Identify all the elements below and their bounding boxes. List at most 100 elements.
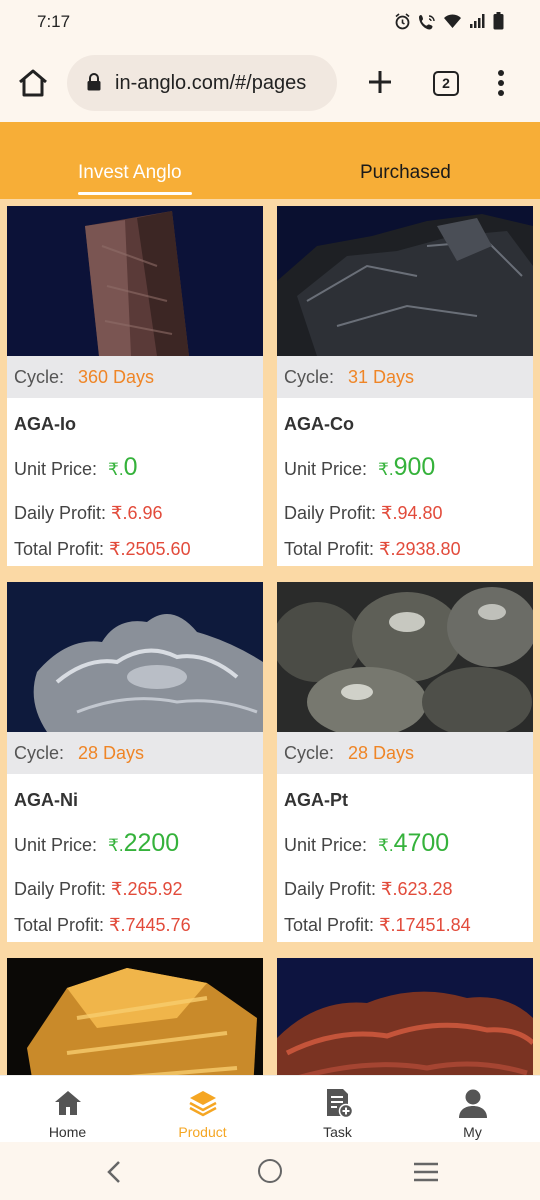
total-profit-label: Total Profit: bbox=[14, 915, 105, 935]
unit-price-value: 4700 bbox=[393, 829, 450, 857]
product-name: AGA-Ni bbox=[14, 790, 78, 810]
bottom-nav: Home Product Task My bbox=[0, 1075, 540, 1142]
product-name: AGA-Co bbox=[284, 414, 354, 434]
nav-product-label: Product bbox=[178, 1124, 227, 1140]
nav-task-label: Task bbox=[323, 1124, 352, 1140]
total-profit-label: Total Profit: bbox=[14, 539, 105, 559]
lock-icon bbox=[87, 73, 101, 91]
cycle-label: Cycle: bbox=[284, 743, 335, 763]
overflow-menu-icon[interactable] bbox=[492, 68, 510, 98]
product-grid: Cycle: 360 Days AGA-Io Unit Price: ₹.0 D… bbox=[0, 199, 540, 1075]
daily-profit-label: Daily Profit: bbox=[14, 503, 107, 523]
unit-price-value: 2200 bbox=[123, 829, 180, 857]
user-icon bbox=[457, 1087, 489, 1119]
unit-price-row: Unit Price: ₹.2200 bbox=[14, 829, 179, 858]
cycle-row: Cycle: 28 Days bbox=[7, 732, 263, 774]
home-icon bbox=[52, 1087, 84, 1119]
page-header: Invest Anglo Purchased bbox=[0, 122, 540, 199]
product-name: AGA-Pt bbox=[284, 790, 348, 810]
total-profit-row: Total Profit: ₹.2505.60 bbox=[14, 539, 191, 560]
total-profit-label: Total Profit: bbox=[284, 915, 375, 935]
tab-purchased[interactable]: Purchased bbox=[360, 162, 451, 184]
unit-price-label: Unit Price: bbox=[14, 459, 98, 479]
total-profit-row: Total Profit: ₹.17451.84 bbox=[284, 915, 471, 936]
product-card[interactable] bbox=[7, 958, 263, 1075]
product-image bbox=[277, 958, 533, 1075]
cycle-value: 28 Days bbox=[348, 743, 415, 763]
cycle-row: Cycle: 31 Days bbox=[277, 356, 533, 398]
product-card[interactable] bbox=[277, 958, 533, 1075]
task-icon bbox=[322, 1087, 354, 1119]
currency-symbol: ₹. bbox=[378, 460, 394, 479]
cycle-value: 31 Days bbox=[348, 367, 415, 387]
daily-profit-label: Daily Profit: bbox=[14, 879, 107, 899]
battery-icon bbox=[493, 12, 504, 35]
nav-task[interactable]: Task bbox=[270, 1076, 405, 1143]
cycle-value: 360 Days bbox=[78, 367, 155, 387]
daily-profit-row: Daily Profit: ₹.265.92 bbox=[14, 879, 183, 900]
active-tab-indicator bbox=[78, 192, 192, 195]
product-image bbox=[7, 206, 263, 356]
nav-product[interactable]: Product bbox=[135, 1076, 270, 1143]
alarm-icon bbox=[394, 12, 411, 35]
system-nav-bar bbox=[0, 1142, 540, 1200]
product-image bbox=[277, 206, 533, 356]
unit-price-label: Unit Price: bbox=[284, 835, 368, 855]
daily-profit-row: Daily Profit: ₹.94.80 bbox=[284, 503, 443, 524]
total-profit-value: ₹.17451.84 bbox=[379, 915, 471, 935]
unit-price-value: 900 bbox=[393, 453, 436, 481]
address-bar[interactable]: in-anglo.com/#/pages bbox=[67, 55, 337, 111]
unit-price-row: Unit Price: ₹.900 bbox=[284, 453, 435, 482]
daily-profit-row: Daily Profit: ₹.623.28 bbox=[284, 879, 453, 900]
cycle-value: 28 Days bbox=[78, 743, 145, 763]
daily-profit-value: ₹.265.92 bbox=[111, 879, 183, 899]
product-card[interactable]: Cycle: 360 Days AGA-Io Unit Price: ₹.0 D… bbox=[7, 206, 263, 566]
product-image bbox=[7, 958, 263, 1075]
daily-profit-label: Daily Profit: bbox=[284, 503, 377, 523]
back-icon[interactable] bbox=[103, 1160, 125, 1184]
product-card[interactable]: Cycle: 31 Days AGA-Co Unit Price: ₹.900 … bbox=[277, 206, 533, 566]
tab-switcher-button[interactable]: 2 bbox=[433, 71, 459, 96]
product-name: AGA-Io bbox=[14, 414, 76, 434]
browser-home-icon[interactable] bbox=[16, 66, 50, 100]
new-tab-icon[interactable] bbox=[364, 66, 396, 98]
nav-my-label: My bbox=[463, 1124, 482, 1140]
cycle-row: Cycle: 28 Days bbox=[277, 732, 533, 774]
product-image bbox=[277, 582, 533, 732]
product-card[interactable]: Cycle: 28 Days AGA-Ni Unit Price: ₹.2200… bbox=[7, 582, 263, 942]
unit-price-label: Unit Price: bbox=[14, 835, 98, 855]
currency-symbol: ₹. bbox=[378, 836, 394, 855]
nav-home-label: Home bbox=[48, 1124, 87, 1140]
nav-my[interactable]: My bbox=[405, 1076, 540, 1143]
product-card[interactable]: Cycle: 28 Days AGA-Pt Unit Price: ₹.4700… bbox=[277, 582, 533, 942]
daily-profit-value: ₹.623.28 bbox=[381, 879, 453, 899]
daily-profit-row: Daily Profit: ₹.6.96 bbox=[14, 503, 163, 524]
system-home-icon[interactable] bbox=[258, 1159, 282, 1183]
cycle-label: Cycle: bbox=[284, 367, 335, 387]
daily-profit-value: ₹.94.80 bbox=[381, 503, 443, 523]
layers-icon bbox=[187, 1087, 219, 1119]
daily-profit-value: ₹.6.96 bbox=[111, 503, 163, 523]
unit-price-row: Unit Price: ₹.0 bbox=[14, 453, 138, 482]
status-icons bbox=[394, 12, 504, 35]
unit-price-value: 0 bbox=[123, 453, 138, 481]
browser-toolbar: in-anglo.com/#/pages 2 bbox=[0, 44, 540, 122]
status-bar: 7:17 bbox=[0, 0, 540, 44]
recent-apps-icon[interactable] bbox=[413, 1161, 439, 1183]
total-profit-row: Total Profit: ₹.7445.76 bbox=[14, 915, 191, 936]
status-time: 7:17 bbox=[37, 12, 71, 31]
currency-symbol: ₹. bbox=[108, 460, 124, 479]
total-profit-row: Total Profit: ₹.2938.80 bbox=[284, 539, 461, 560]
tab-invest-anglo[interactable]: Invest Anglo bbox=[78, 162, 182, 184]
total-profit-value: ₹.7445.76 bbox=[109, 915, 191, 935]
daily-profit-label: Daily Profit: bbox=[284, 879, 377, 899]
unit-price-row: Unit Price: ₹.4700 bbox=[284, 829, 449, 858]
cycle-label: Cycle: bbox=[14, 743, 65, 763]
nav-home[interactable]: Home bbox=[0, 1076, 135, 1143]
signal-icon bbox=[469, 13, 486, 34]
unit-price-label: Unit Price: bbox=[284, 459, 368, 479]
product-image bbox=[7, 582, 263, 732]
total-profit-label: Total Profit: bbox=[284, 539, 375, 559]
wifi-icon bbox=[443, 13, 462, 34]
cycle-row: Cycle: 360 Days bbox=[7, 356, 263, 398]
